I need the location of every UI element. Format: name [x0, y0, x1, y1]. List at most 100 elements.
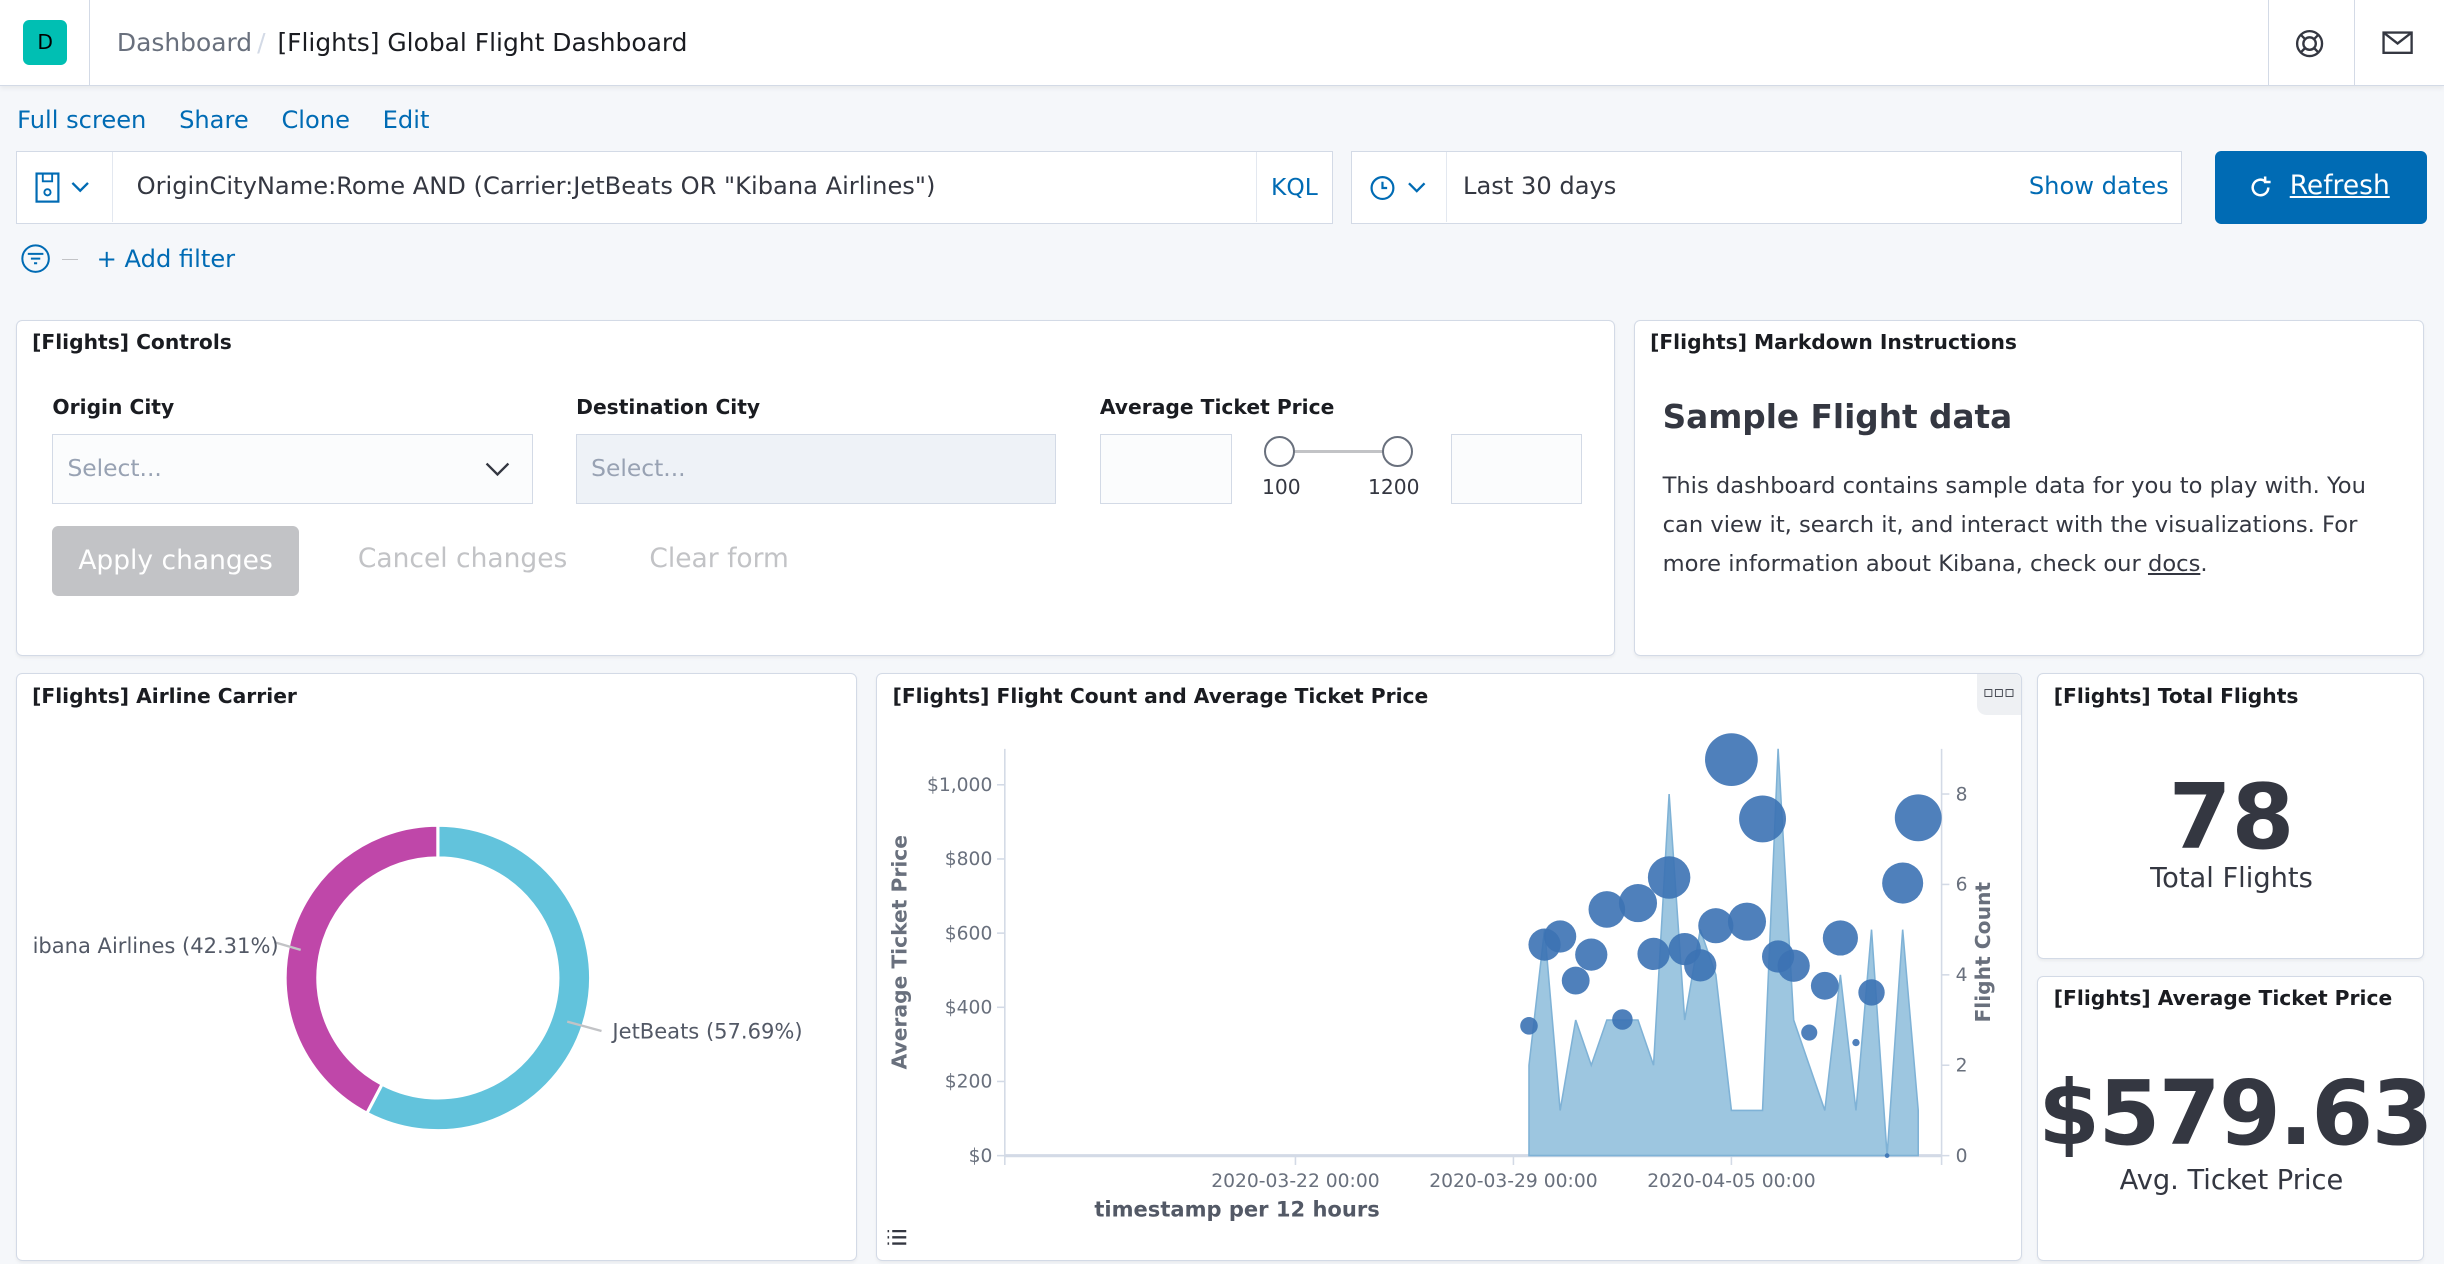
destination-city-select[interactable]: Select... [576, 434, 1057, 505]
y-right-tick-label: 6 [1956, 875, 1968, 896]
markdown-punct: . [2200, 550, 2208, 577]
price-bubble[interactable] [1618, 884, 1658, 923]
price-bubble[interactable] [1777, 949, 1810, 983]
y-right-tick-label: 4 [1956, 965, 1968, 986]
price-bubble[interactable] [1739, 795, 1786, 843]
y-left-tick-label: $0 [969, 1146, 993, 1167]
price-bubble[interactable] [1561, 967, 1590, 995]
y-left-tick-label: $200 [945, 1072, 993, 1093]
destination-city-label: Destination City [576, 395, 761, 420]
origin-city-select[interactable]: Select... [52, 434, 533, 505]
price-bubble[interactable] [1520, 1017, 1538, 1035]
y-left-tick-label: $600 [945, 924, 993, 945]
page-title: [Flights] Global Flight Dashboard [277, 28, 688, 58]
panel-title: [Flights] Total Flights [2053, 683, 2299, 708]
slider-max-handle[interactable] [1381, 435, 1414, 468]
price-bubble[interactable] [1801, 1024, 1818, 1041]
kql-button[interactable]: KQL [1255, 152, 1332, 223]
price-bubble[interactable] [1588, 891, 1626, 929]
price-bubble[interactable] [1894, 794, 1942, 842]
markdown-paragraph: This dashboard contains sample data for … [1662, 473, 2366, 577]
breadcrumb-separator: / [257, 28, 266, 58]
panel-title: [Flights] Average Ticket Price [2053, 986, 2393, 1011]
edit-link[interactable]: Edit [383, 106, 430, 134]
slider-max-label: 1200 [1367, 474, 1420, 499]
price-bubble[interactable] [1705, 733, 1758, 787]
panel-title: [Flights] Markdown Instructions [1650, 329, 2017, 354]
y-left-tick-label: $1,000 [927, 775, 992, 796]
controls-panel: [Flights] Controls Origin City Select...… [15, 319, 1615, 657]
panel-title: [Flights] Controls [32, 329, 232, 354]
origin-placeholder: Select... [67, 454, 162, 483]
price-bubble[interactable] [1698, 908, 1734, 944]
price-bubble[interactable] [1810, 972, 1839, 1001]
legend-toggle-icon[interactable] [886, 1228, 908, 1250]
airline-carrier-panel: [Flights] Airline Carrier JetBeats (57.6… [15, 673, 858, 1261]
filter-menu-icon[interactable] [20, 243, 51, 280]
show-dates-link[interactable]: Show dates [2029, 172, 2169, 200]
add-filter-button[interactable]: + Add filter [97, 245, 235, 273]
x-tick-label: 2020-03-22 00:00 [1211, 1171, 1379, 1192]
price-bubble[interactable] [1612, 1009, 1633, 1031]
clear-form-button[interactable]: Clear form [649, 543, 788, 574]
price-bubble[interactable] [1544, 920, 1577, 953]
docs-link[interactable]: docs [2148, 551, 2200, 577]
markdown-text: This dashboard contains sample data for … [1663, 467, 2403, 584]
slider-min-label: 100 [1261, 474, 1301, 499]
pie-slice-kibana-airlines[interactable] [283, 823, 439, 1116]
price-min-input[interactable] [1099, 434, 1233, 505]
donut-chart: JetBeats (57.69%) ibana Airlines (42.31%… [32, 823, 802, 1133]
origin-city-label: Origin City [52, 395, 175, 420]
top-header: D Dashboard / [Flights] Global Flight Da… [0, 0, 2444, 86]
y-left-tick-label: $400 [945, 998, 993, 1019]
price-label: Average Ticket Price [1099, 395, 1335, 420]
price-bubble[interactable] [1858, 979, 1885, 1006]
slice-label-kibana-airlines: ibana Airlines (42.31%) [32, 933, 278, 958]
price-bubble[interactable] [1822, 920, 1858, 956]
avg-price-value: $579.63 [2038, 1062, 2433, 1166]
top-nav: Full screen Share Clone Edit [17, 106, 429, 134]
price-bubble[interactable] [1882, 862, 1924, 904]
avg-price-label: Avg. Ticket Price [2119, 1165, 2344, 1197]
x-tick-label: 2020-03-29 00:00 [1429, 1171, 1597, 1192]
space-avatar[interactable]: D [23, 20, 68, 66]
flight-count-panel: [Flights] Flight Count and Average Ticke… [875, 673, 2022, 1261]
time-range[interactable]: Last 30 days [1463, 172, 1616, 200]
cancel-changes-button[interactable]: Cancel changes [358, 543, 567, 574]
price-bubble[interactable] [1575, 938, 1608, 972]
y-axis-left-title: Average Ticket Price [888, 835, 912, 1069]
markdown-panel: [Flights] Markdown Instructions Sample F… [1633, 319, 2424, 657]
refresh-label: Refresh [2289, 169, 2390, 201]
breadcrumb-dashboard[interactable]: Dashboard [117, 28, 252, 57]
total-flights-value: 78 [2168, 764, 2295, 870]
pie-slice-jetbeats[interactable] [364, 823, 592, 1133]
clone-link[interactable]: Clone [281, 106, 350, 134]
price-bubble[interactable] [1684, 949, 1717, 982]
y-axis-right-title: Flight Count [1971, 882, 1995, 1023]
price-bubble[interactable] [1852, 1039, 1860, 1047]
help-icon[interactable] [2294, 28, 2325, 65]
total-flights-label: Total Flights [2150, 862, 2313, 894]
markdown-heading: Sample Flight data [1662, 398, 2013, 437]
price-max-input[interactable] [1450, 434, 1582, 505]
divider [88, 0, 91, 86]
price-bubble[interactable] [1727, 902, 1767, 942]
divider [2353, 0, 2356, 86]
slider-min-handle[interactable] [1263, 435, 1295, 468]
quick-menu-button[interactable] [1352, 152, 1448, 223]
combo-chart: $0 $200 $400 $600 $800 $1,000 0 2 4 6 8 2020-03-22 … [888, 733, 1995, 1222]
share-link[interactable]: Share [179, 106, 249, 134]
refresh-button[interactable]: Refresh [2214, 151, 2427, 225]
saved-query-button[interactable] [17, 152, 114, 223]
price-bubble[interactable] [1647, 856, 1691, 900]
mail-icon[interactable] [2382, 31, 2413, 62]
x-axis-title: timestamp per 12 hours [1094, 1197, 1379, 1222]
price-bubble[interactable] [1637, 938, 1670, 971]
price-bubble[interactable] [1884, 1153, 1890, 1159]
y-right-tick-label: 2 [1956, 1056, 1968, 1077]
apply-changes-button[interactable]: Apply changes [52, 526, 299, 597]
full-screen-link[interactable]: Full screen [17, 106, 146, 134]
slice-label-jetbeats: JetBeats (57.69%) [610, 1019, 802, 1044]
query-input[interactable]: OriginCityName:Rome AND (Carrier:JetBeat… [137, 172, 936, 200]
refresh-icon [2251, 176, 2271, 197]
